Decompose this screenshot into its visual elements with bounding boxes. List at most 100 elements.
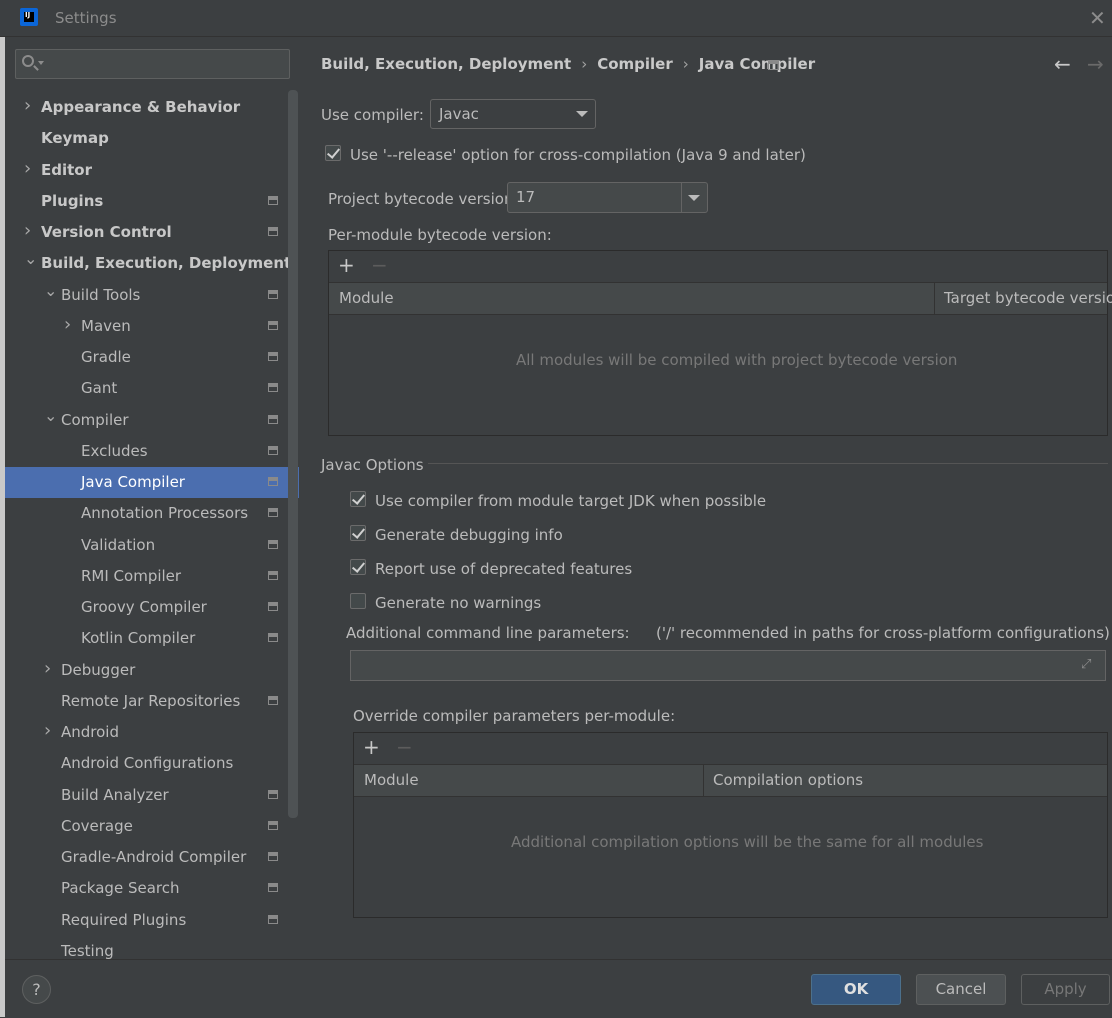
sidebar-item-keymap[interactable]: Keymap [5,123,299,154]
add-icon[interactable]: + [338,253,355,277]
column-target-bytecode[interactable]: Target bytecode version [944,289,1112,307]
project-scope-icon [268,571,278,580]
chevron-right-icon[interactable]: › [44,715,54,746]
sidebar-item-label: Package Search [61,879,180,897]
sidebar-item-plugins[interactable]: Plugins [5,186,299,217]
chevron-right-icon[interactable]: › [44,653,54,684]
settings-search-input[interactable] [15,49,290,79]
chevron-right-icon[interactable]: › [24,153,34,184]
sidebar-item-excludes[interactable]: Excludes [5,436,299,467]
chevron-right-icon[interactable]: › [24,90,34,121]
project-scope-icon [268,383,278,392]
sidebar-item-coverage[interactable]: Coverage [5,811,299,842]
sidebar-item-build-tools[interactable]: ⌄ Build Tools [5,280,299,311]
project-scope-icon [268,852,278,861]
javac-option-checkbox[interactable] [350,525,366,541]
project-bytecode-select[interactable]: 17 [507,182,708,213]
sidebar-item-label: Version Control [41,223,172,241]
sidebar-item-label: Android [61,723,119,741]
combo-divider [681,183,682,212]
column-module[interactable]: Module [364,771,419,789]
sidebar-item-label: Annotation Processors [81,504,249,522]
column-module[interactable]: Module [339,289,394,307]
sidebar-item-kotlin-compiler[interactable]: Kotlin Compiler [5,623,299,654]
sidebar-item-label: Keymap [41,129,109,147]
column-compilation-options[interactable]: Compilation options [713,771,863,789]
close-icon[interactable]: ✕ [1089,6,1106,30]
sidebar-item-groovy-compiler[interactable]: Groovy Compiler [5,592,299,623]
sidebar-item-label: Appearance & Behavior [41,98,241,116]
help-button[interactable]: ? [22,975,51,1004]
project-scope-icon [268,446,278,455]
chevron-down-icon [576,111,588,117]
chevron-right-icon[interactable]: › [24,215,34,246]
sidebar-item-label: Plugins [41,192,104,210]
project-scope-icon [268,540,278,549]
sidebar-item-maven[interactable]: › Maven [5,311,299,342]
project-scope-icon [268,915,278,924]
sidebar-item-editor[interactable]: › Editor [5,155,299,186]
window-title: Settings [55,9,117,27]
sidebar-item-required-plugins[interactable]: Required Plugins [5,905,299,936]
compiler-select[interactable]: Javac [430,99,596,129]
section-divider [428,463,1108,464]
table-header: Module Compilation options [354,765,1107,797]
column-divider[interactable] [703,765,704,796]
forward-arrow-icon[interactable]: → [1087,52,1104,76]
back-arrow-icon[interactable]: ← [1054,52,1071,76]
javac-option-checkbox[interactable] [350,593,366,609]
sidebar-item-build-analyzer[interactable]: Build Analyzer [5,780,299,811]
sidebar-item-version-control[interactable]: › Version Control [5,217,299,248]
breadcrumb-item[interactable]: Build, Execution, Deployment [321,55,571,73]
release-option-checkbox[interactable] [325,145,341,161]
sidebar-item-debugger[interactable]: › Debugger [5,655,299,686]
sidebar-item-label: Build Analyzer [61,786,169,804]
javac-options-title: Javac Options [321,456,424,474]
sidebar-item-java-compiler[interactable]: Java Compiler [5,467,299,498]
table-header: Module Target bytecode version [329,283,1112,315]
chevron-right-icon[interactable]: › [64,309,74,340]
search-history-chevron-icon[interactable] [38,61,44,65]
sidebar-item-annotation-processors[interactable]: Annotation Processors [5,498,299,529]
sidebar-item-compiler[interactable]: ⌄ Compiler [5,405,299,436]
breadcrumb-item[interactable]: Compiler [597,55,673,73]
project-scope-icon [268,196,278,205]
apply-button[interactable]: Apply [1021,974,1110,1005]
intellij-app-icon: IJ [20,8,38,26]
remove-icon[interactable]: − [371,253,388,277]
sidebar-item-label: Java Compiler [81,473,185,491]
javac-option-checkbox[interactable] [350,559,366,575]
project-scope-icon [768,60,779,70]
sidebar-item-validation[interactable]: Validation [5,530,299,561]
sidebar-item-label: RMI Compiler [81,567,182,585]
chevron-down-icon[interactable]: ⌄ [44,400,57,431]
sidebar-item-label: Remote Jar Repositories [61,692,241,710]
sidebar-item-remote-jar-repositories[interactable]: Remote Jar Repositories [5,686,299,717]
chevron-down-icon[interactable]: ⌄ [24,243,37,274]
add-icon[interactable]: + [363,735,380,759]
expand-icon[interactable]: ⤢ [1081,657,1097,673]
remove-icon[interactable]: − [396,735,413,759]
sidebar-item-label: Gradle-Android Compiler [61,848,247,866]
breadcrumb-separator: › [682,55,689,73]
override-params-label: Override compiler parameters per-module: [353,707,676,725]
project-scope-icon [268,821,278,830]
column-divider[interactable] [934,283,935,314]
sidebar-item-gradle-android-compiler[interactable]: Gradle-Android Compiler [5,842,299,873]
project-scope-icon [268,602,278,611]
sidebar-item-appearance-behavior[interactable]: › Appearance & Behavior [5,92,299,123]
javac-option-checkbox[interactable] [350,491,366,507]
project-bytecode-value: 17 [516,188,536,206]
ok-button[interactable]: OK [811,974,901,1005]
cancel-button[interactable]: Cancel [916,974,1006,1005]
chevron-down-icon[interactable]: ⌄ [44,275,57,306]
sidebar-scrollbar[interactable] [288,90,298,818]
cmd-params-input[interactable] [350,650,1106,681]
sidebar-item-android-configurations[interactable]: Android Configurations [5,748,299,779]
sidebar-item-rmi-compiler[interactable]: RMI Compiler [5,561,299,592]
per-module-bytecode-table: + − Module Target bytecode version All m… [328,250,1112,436]
breadcrumb: Build, Execution, Deployment › Compiler › Ja… [321,55,815,73]
sidebar-item-gradle[interactable]: Gradle [5,342,299,373]
sidebar-item-package-search[interactable]: Package Search [5,873,299,904]
sidebar-item-android[interactable]: › Android [5,717,299,748]
